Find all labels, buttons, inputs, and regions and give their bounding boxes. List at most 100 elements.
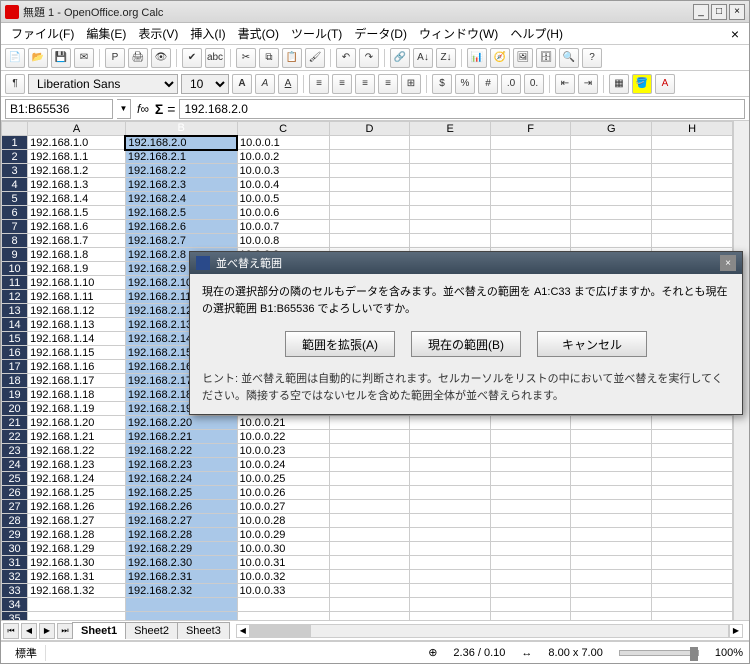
cell[interactable] xyxy=(652,150,733,164)
menu-data[interactable]: データ(D) xyxy=(348,23,413,44)
cell[interactable]: 192.168.2.31 xyxy=(125,570,237,584)
cell[interactable] xyxy=(410,514,491,528)
cell[interactable]: 192.168.2.20 xyxy=(125,416,237,430)
cell[interactable] xyxy=(28,612,126,621)
row-header[interactable]: 26 xyxy=(2,486,28,500)
col-header-F[interactable]: F xyxy=(490,122,570,136)
cell[interactable] xyxy=(329,150,410,164)
cell[interactable] xyxy=(652,612,733,621)
align-center-icon[interactable]: ≡ xyxy=(332,74,352,94)
cell[interactable] xyxy=(490,430,570,444)
cell[interactable] xyxy=(652,416,733,430)
cell[interactable]: 192.168.1.17 xyxy=(28,374,126,388)
row-header[interactable]: 5 xyxy=(2,192,28,206)
cell[interactable] xyxy=(490,486,570,500)
menu-view[interactable]: 表示(V) xyxy=(132,23,184,44)
cell[interactable]: 10.0.0.3 xyxy=(237,164,329,178)
cell[interactable]: 10.0.0.28 xyxy=(237,514,329,528)
cell[interactable]: 192.168.1.29 xyxy=(28,542,126,556)
pdf-export-icon[interactable]: P xyxy=(105,48,125,68)
cell[interactable]: 192.168.1.25 xyxy=(28,486,126,500)
cell[interactable] xyxy=(329,570,410,584)
cell[interactable]: 10.0.0.4 xyxy=(237,178,329,192)
cell[interactable] xyxy=(410,136,491,150)
cell[interactable]: 192.168.1.19 xyxy=(28,402,126,416)
tab-first-icon[interactable]: ⏮ xyxy=(3,623,19,639)
merge-cells-icon[interactable]: ⊞ xyxy=(401,74,421,94)
cell[interactable] xyxy=(571,178,652,192)
menu-insert[interactable]: 挿入(I) xyxy=(184,23,231,44)
cell[interactable]: 10.0.0.5 xyxy=(237,192,329,206)
cell[interactable] xyxy=(125,598,237,612)
row-header[interactable]: 9 xyxy=(2,248,28,262)
spellcheck-icon[interactable]: ✔ xyxy=(182,48,202,68)
col-header-C[interactable]: C xyxy=(237,122,329,136)
cell[interactable] xyxy=(571,234,652,248)
currency-icon[interactable]: $ xyxy=(432,74,452,94)
cell[interactable] xyxy=(329,178,410,192)
cell[interactable] xyxy=(329,612,410,621)
zoom-icon[interactable]: 🔍 xyxy=(559,48,579,68)
cell[interactable] xyxy=(410,444,491,458)
cell[interactable]: 192.168.1.12 xyxy=(28,304,126,318)
add-decimal-icon[interactable]: .0 xyxy=(501,74,521,94)
cell[interactable] xyxy=(329,416,410,430)
cell[interactable]: 192.168.2.22 xyxy=(125,444,237,458)
cell[interactable] xyxy=(329,206,410,220)
cell[interactable]: 192.168.1.10 xyxy=(28,276,126,290)
cell[interactable] xyxy=(652,206,733,220)
cell[interactable] xyxy=(490,206,570,220)
formula-input[interactable]: 192.168.2.0 xyxy=(179,99,745,119)
cell[interactable]: 192.168.1.7 xyxy=(28,234,126,248)
row-header[interactable]: 18 xyxy=(2,374,28,388)
cell[interactable] xyxy=(571,472,652,486)
sort-desc-icon[interactable]: Z↓ xyxy=(436,48,456,68)
cell[interactable] xyxy=(329,430,410,444)
cell[interactable] xyxy=(410,584,491,598)
help-icon[interactable]: ? xyxy=(582,48,602,68)
cell[interactable] xyxy=(410,500,491,514)
cell[interactable] xyxy=(490,472,570,486)
align-left-icon[interactable]: ≡ xyxy=(309,74,329,94)
cell[interactable]: 192.168.2.3 xyxy=(125,178,237,192)
function-eq-icon[interactable]: = xyxy=(167,101,175,117)
cell[interactable] xyxy=(329,500,410,514)
cell[interactable]: 10.0.0.32 xyxy=(237,570,329,584)
close-button[interactable]: × xyxy=(729,4,745,20)
minimize-button[interactable]: _ xyxy=(693,4,709,20)
row-header[interactable]: 11 xyxy=(2,276,28,290)
row-header[interactable]: 15 xyxy=(2,332,28,346)
redo-icon[interactable]: ↷ xyxy=(359,48,379,68)
cell[interactable] xyxy=(490,178,570,192)
cell[interactable]: 10.0.0.31 xyxy=(237,556,329,570)
col-header-G[interactable]: G xyxy=(571,122,652,136)
cell[interactable] xyxy=(329,234,410,248)
italic-icon[interactable]: A xyxy=(255,74,275,94)
cell[interactable]: 10.0.0.24 xyxy=(237,458,329,472)
cut-icon[interactable]: ✂ xyxy=(236,48,256,68)
cell[interactable] xyxy=(329,136,410,150)
cell[interactable] xyxy=(410,178,491,192)
cell[interactable]: 192.168.1.6 xyxy=(28,220,126,234)
cell[interactable] xyxy=(571,206,652,220)
row-header[interactable]: 21 xyxy=(2,416,28,430)
bgcolor-icon[interactable]: 🪣 xyxy=(632,74,652,94)
cell[interactable] xyxy=(490,542,570,556)
menu-file[interactable]: ファイル(F) xyxy=(5,23,80,44)
cell[interactable] xyxy=(652,542,733,556)
cell[interactable] xyxy=(571,556,652,570)
cell[interactable] xyxy=(652,556,733,570)
cell[interactable] xyxy=(237,612,329,621)
cell[interactable] xyxy=(490,500,570,514)
cell[interactable]: 10.0.0.33 xyxy=(237,584,329,598)
font-name-select[interactable]: Liberation Sans xyxy=(28,74,178,94)
cell[interactable] xyxy=(237,598,329,612)
cell[interactable] xyxy=(410,486,491,500)
cell[interactable] xyxy=(125,612,237,621)
cell[interactable] xyxy=(652,514,733,528)
col-header-H[interactable]: H xyxy=(652,122,733,136)
tab-last-icon[interactable]: ⏭ xyxy=(57,623,73,639)
row-header[interactable]: 24 xyxy=(2,458,28,472)
tab-next-icon[interactable]: ▶ xyxy=(39,623,55,639)
number-icon[interactable]: # xyxy=(478,74,498,94)
